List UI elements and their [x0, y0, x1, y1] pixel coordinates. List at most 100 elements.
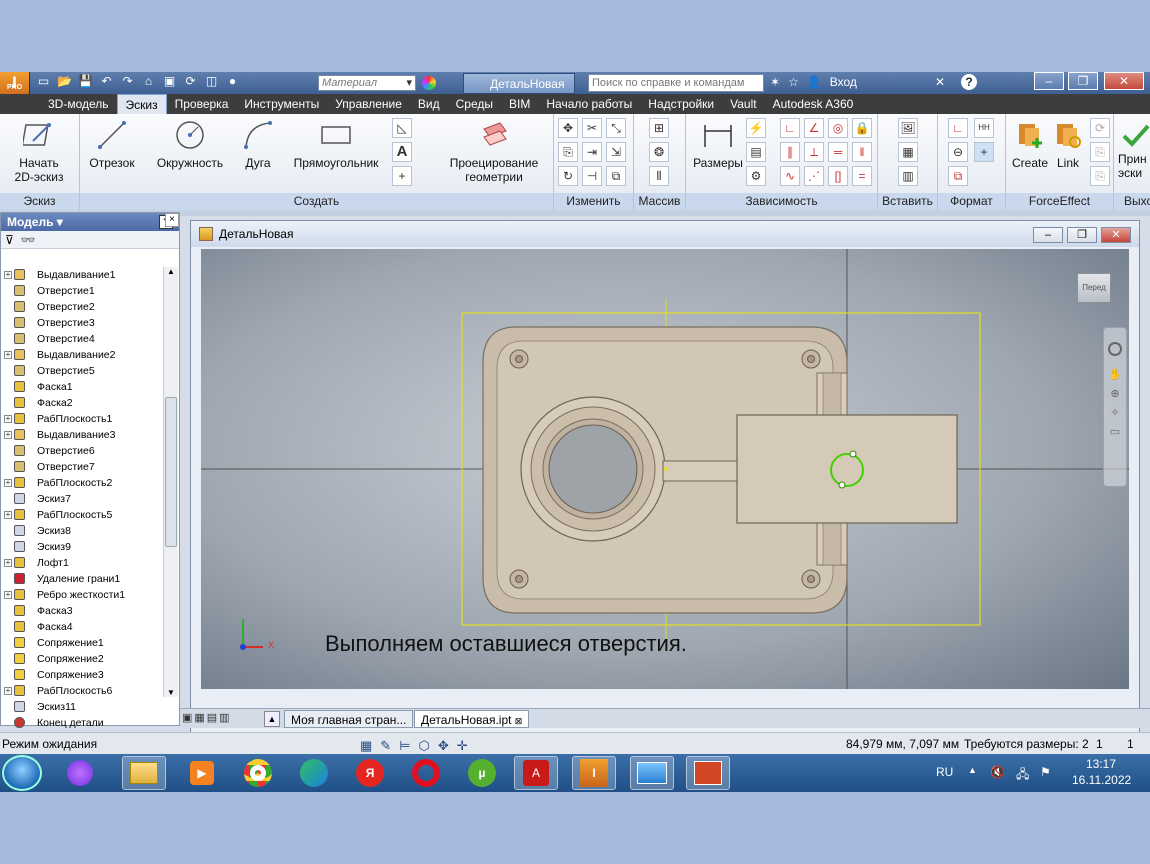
tree-item[interactable]: + Выдавливание1 [1, 267, 163, 283]
fix-button[interactable]: 🔒 [852, 118, 872, 138]
volume-icon[interactable]: 🔇 [990, 765, 1005, 779]
symmetric-button[interactable]: [] [828, 166, 848, 186]
rotate-button[interactable]: ↻ [558, 166, 578, 186]
circle-grip-bottom[interactable] [838, 481, 846, 489]
show-constraints-button[interactable]: ▤ [746, 142, 766, 162]
copy-button[interactable]: ⎘ [558, 142, 578, 162]
tab-7[interactable]: BIM [501, 94, 538, 114]
tab-0[interactable]: 3D-модель [40, 94, 117, 114]
browser-close-icon[interactable]: × [165, 213, 179, 227]
centerline-button[interactable]: ⊖ [948, 142, 968, 162]
find-icon[interactable]: 👓 [20, 233, 35, 247]
spline-button[interactable]: ◺ [392, 118, 412, 138]
exchange-icon[interactable]: ✕ [935, 75, 945, 89]
link-button[interactable]: Link [1050, 118, 1086, 170]
insert-image-button[interactable]: 🖼 [898, 118, 918, 138]
view-cube[interactable]: Перед [1077, 273, 1111, 303]
tab-close-icon[interactable]: ⊠ [515, 716, 523, 726]
circ-pattern-button[interactable]: ❂ [649, 142, 669, 162]
home-icon[interactable]: ⌂ [141, 74, 156, 89]
vp-maximize-button[interactable]: ❐ [1067, 227, 1097, 243]
help-search-input[interactable]: Поиск по справке и командам [588, 74, 764, 92]
tree-item[interactable]: + РабПлоскость5 [1, 507, 163, 523]
tree-item[interactable]: Эскиз8 [1, 523, 163, 539]
pan-icon[interactable]: ✋ [1104, 368, 1126, 381]
scroll-up-icon[interactable]: ▲ [164, 267, 178, 276]
tab-9[interactable]: Надстройки [640, 94, 722, 114]
tree-item[interactable]: Отверстие7 [1, 459, 163, 475]
start-button[interactable] [2, 755, 42, 791]
tab-11[interactable]: Autodesk A360 [765, 94, 862, 114]
scale-button[interactable]: ⤡ [606, 118, 626, 138]
tree-item[interactable]: + Ребро жесткости1 [1, 587, 163, 603]
tree-item[interactable]: Сопряжение2 [1, 651, 163, 667]
equal-button[interactable]: = [852, 166, 872, 186]
tab-3[interactable]: Инструменты [236, 94, 327, 114]
smooth-button[interactable]: ∿ [780, 166, 800, 186]
tangent-button[interactable]: ⟂ [804, 142, 824, 162]
tree-item[interactable]: Удаление грани1 [1, 571, 163, 587]
media-app[interactable]: ▶ [180, 756, 224, 790]
text-button[interactable]: A [392, 142, 412, 162]
tree-item[interactable]: Отверстие6 [1, 443, 163, 459]
tree-item[interactable]: Эскиз9 [1, 539, 163, 555]
tree-item[interactable]: Фаска4 [1, 619, 163, 635]
inventor-app[interactable]: I [572, 756, 616, 790]
insert-acad-button[interactable]: ▥ [898, 166, 918, 186]
point-button[interactable]: + [392, 166, 412, 186]
update-icon[interactable]: ⟳ [183, 74, 198, 89]
open-file-icon[interactable]: 📂 [57, 74, 72, 89]
scroll-down-icon[interactable]: ▼ [164, 688, 178, 697]
circle-button[interactable]: Окружность [152, 118, 228, 170]
expand-icon[interactable]: + [4, 431, 12, 439]
tree-item[interactable]: Отверстие3 [1, 315, 163, 331]
help-icon[interactable]: ? [961, 74, 977, 90]
tree-item[interactable]: Сопряжение1 [1, 635, 163, 651]
dimension-button[interactable]: Размеры [690, 118, 746, 170]
network-icon[interactable]: 🖧 [1016, 765, 1029, 786]
trim-button[interactable]: ✂ [582, 118, 602, 138]
photos-app[interactable] [630, 756, 674, 790]
acrobat-app[interactable]: A [514, 756, 558, 790]
look-at-icon[interactable]: ▭ [1104, 425, 1126, 438]
filter-icon[interactable]: ⊽ [5, 233, 14, 247]
tree-item[interactable]: Эскиз7 [1, 491, 163, 507]
appearance-color-icon[interactable] [422, 76, 436, 90]
tab-6[interactable]: Среды [448, 94, 501, 114]
clock-date[interactable]: 16.11.2022 [1072, 773, 1131, 787]
binoculars-icon[interactable]: ✶ [770, 75, 780, 89]
expand-icon[interactable]: + [4, 559, 12, 567]
tab-8[interactable]: Начало работы [538, 94, 640, 114]
tab-2[interactable]: Проверка [167, 94, 237, 114]
start-sketch-button[interactable]: Начать 2D-эскиз [6, 118, 72, 184]
expand-icon[interactable]: + [4, 415, 12, 423]
document-tab[interactable]: ДетальНовая [463, 73, 575, 94]
rectangle-button[interactable]: Прямоугольник [288, 118, 384, 170]
yandex-app[interactable]: Я [348, 756, 392, 790]
browser-header[interactable]: Модель ▾? [1, 213, 179, 231]
auto-dim-button[interactable]: ⚡ [746, 118, 766, 138]
project-icon[interactable]: ▣ [162, 74, 177, 89]
appearance-icon[interactable]: ● [225, 74, 240, 89]
undo-icon[interactable]: ↶ [99, 74, 114, 89]
edge-app[interactable] [292, 756, 336, 790]
driven-dim-button[interactable]: ⧉ [948, 166, 968, 186]
tree-item[interactable]: + Лофт1 [1, 555, 163, 571]
tab-menu-button[interactable]: ▲ [264, 711, 280, 727]
utorrent-app[interactable]: µ [460, 756, 504, 790]
tree-item[interactable]: Эскиз11 [1, 699, 163, 715]
tree-item[interactable]: Фаска2 [1, 395, 163, 411]
new-file-icon[interactable]: ▭ [36, 74, 51, 89]
orbit-icon[interactable]: ✧ [1104, 406, 1126, 419]
horizontal-button[interactable]: ═ [828, 142, 848, 162]
clock-time[interactable]: 13:17 [1086, 757, 1116, 771]
powerpoint-app[interactable] [686, 756, 730, 790]
fe-option-2-button[interactable]: ⎘ [1090, 142, 1110, 162]
opera-app[interactable] [404, 756, 448, 790]
tab-10[interactable]: Vault [722, 94, 764, 114]
perpendicular-button[interactable]: ∟ [780, 118, 800, 138]
constraint-settings-button[interactable]: ⚙ [746, 166, 766, 186]
vp-minimize-button[interactable]: – [1033, 227, 1063, 243]
explorer-app[interactable] [122, 756, 166, 790]
login-label[interactable]: Вход [830, 75, 857, 89]
